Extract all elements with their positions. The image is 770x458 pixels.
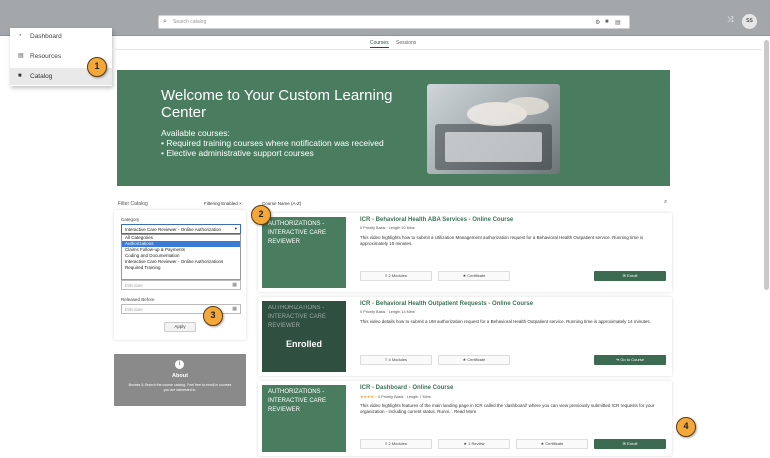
category-label: Category [121, 217, 140, 222]
about-description: Browse & Search the course catalog. Feel… [128, 383, 232, 392]
enrolled-badge: Enrolled [285, 339, 322, 349]
callout-badge: 1 [87, 57, 107, 77]
modules-button[interactable]: ≡ 2 Modules [360, 439, 432, 449]
course-description: This video highlights how to submit a Ut… [360, 235, 644, 246]
course-thumbnail[interactable]: AUTHORIZATIONS - INTERACTIVE CARE REVIEW… [262, 301, 346, 372]
course-description: This video details how to submit a UM au… [360, 319, 651, 324]
course-title[interactable]: ICR - Dashboard - Online Course [360, 385, 453, 391]
avatar[interactable]: SS [742, 14, 757, 29]
course-card: AUTHORIZATIONS - INTERACTIVE CARE REVIEW… [258, 213, 672, 292]
callout-badge: 4 [676, 417, 696, 437]
course-title[interactable]: ICR - Behavioral Health ABA Services - O… [360, 217, 513, 223]
modules-button[interactable]: ≡ 4 Modules [360, 355, 432, 365]
search-icon[interactable]: ⌕ [664, 199, 667, 206]
released-after-date[interactable]: Edit date ▦ [121, 280, 241, 290]
chevron-down-icon: ▾ [234, 226, 237, 231]
go-to-course-button[interactable]: ➜ Go to Course [594, 355, 666, 365]
released-before-date[interactable]: Edit date ▦ [121, 304, 241, 314]
filter-title: Filter Catalog [118, 201, 148, 207]
course-thumbnail[interactable]: AUTHORIZATIONS - INTERACTIVE CARE REVIEW… [262, 217, 346, 288]
about-panel: i About Browse & Search the course catal… [114, 354, 246, 406]
hero-subtitle: Available courses: [161, 128, 230, 138]
sort-select[interactable]: Course Name (A-Z) [262, 201, 301, 206]
tab-courses[interactable]: Courses [370, 40, 389, 48]
resources-icon: ▤ [18, 53, 24, 59]
search-input[interactable]: ⌕ Search catalog ⚙ ■ ▤ [158, 15, 630, 29]
reviews-button[interactable]: ★ 1 Review [438, 439, 510, 449]
certificate-button[interactable]: ★ Certificate [516, 439, 588, 449]
sidebar-item-label: Dashboard [30, 33, 62, 40]
enroll-button[interactable]: ✉ Enroll [594, 271, 666, 281]
close-icon[interactable]: × [239, 201, 242, 206]
hero-bullet: • Elective administrative support course… [161, 148, 314, 158]
sidebar-item-label: Resources [30, 53, 62, 60]
about-title: About [172, 373, 188, 379]
course-meta: 0 Priority Basis · Length 14 Mins [360, 310, 415, 314]
folder-icon[interactable]: ■ [605, 19, 609, 25]
hero-image-laptop [427, 84, 560, 174]
sidebar-item-label: Catalog [30, 73, 53, 80]
course-card: AUTHORIZATIONS - INTERACTIVE CARE REVIEW… [258, 381, 672, 456]
search-placeholder: Search catalog [173, 19, 207, 25]
callout-badge: 2 [251, 205, 271, 225]
search-filter-icon[interactable]: ⚙ [595, 19, 600, 26]
course-meta: 0 Priority Basis · Length 10 Mins [360, 226, 415, 230]
course-thumbnail[interactable]: AUTHORIZATIONS - INTERACTIVE CARE REVIEW… [262, 385, 346, 452]
rating-stars: ★★★★☆ [360, 395, 378, 399]
hero-bullet: • Required training courses where notifi… [161, 138, 384, 148]
released-before-label: Released Before [121, 297, 155, 302]
tab-sessions[interactable]: Sessions [396, 40, 416, 46]
certificate-button[interactable]: ★ Certificate [438, 355, 510, 365]
hero-title: Welcome to Your Custom Learning Center [161, 87, 393, 121]
course-meta: ★★★★☆ 0 Priority Basis · Length 7 Mins [360, 395, 431, 399]
category-dropdown[interactable]: All Categories Authorizations Claims Fol… [121, 234, 241, 280]
calendar-icon[interactable]: ▦ [232, 282, 237, 288]
sidebar-item-dashboard[interactable]: ◔ Dashboard [10, 28, 112, 45]
course-description: This video highlights features of the ma… [360, 403, 655, 414]
scrollbar[interactable] [764, 40, 769, 290]
search-icon: ⌕ [163, 18, 167, 25]
enroll-button[interactable]: ✉ Enroll [594, 439, 666, 449]
filtering-toggle[interactable]: Filtering Enabled × [204, 201, 242, 206]
tabs-divider [112, 49, 762, 50]
hero-text: Available courses: • Required training c… [161, 128, 384, 158]
calendar-icon[interactable]: ▦ [232, 306, 237, 312]
course-title[interactable]: ICR - Behavioral Health Outpatient Reque… [360, 301, 533, 307]
category-option[interactable]: Required Training [122, 265, 240, 271]
shuffle-icon[interactable]: ⤨ [727, 15, 733, 25]
category-select[interactable]: Interactive Care Reviewer - Online Autho… [121, 224, 241, 234]
dashboard-icon: ◔ [18, 33, 22, 39]
document-icon[interactable]: ▤ [615, 19, 621, 26]
folder-icon: ■ [18, 73, 22, 79]
info-icon: i [175, 360, 184, 369]
modules-button[interactable]: ≡ 2 Modules [360, 271, 432, 281]
course-card: AUTHORIZATIONS - INTERACTIVE CARE REVIEW… [258, 297, 672, 376]
callout-badge: 3 [203, 306, 223, 326]
apply-button[interactable]: Apply [164, 322, 196, 332]
certificate-button[interactable]: ★ Certificate [438, 271, 510, 281]
